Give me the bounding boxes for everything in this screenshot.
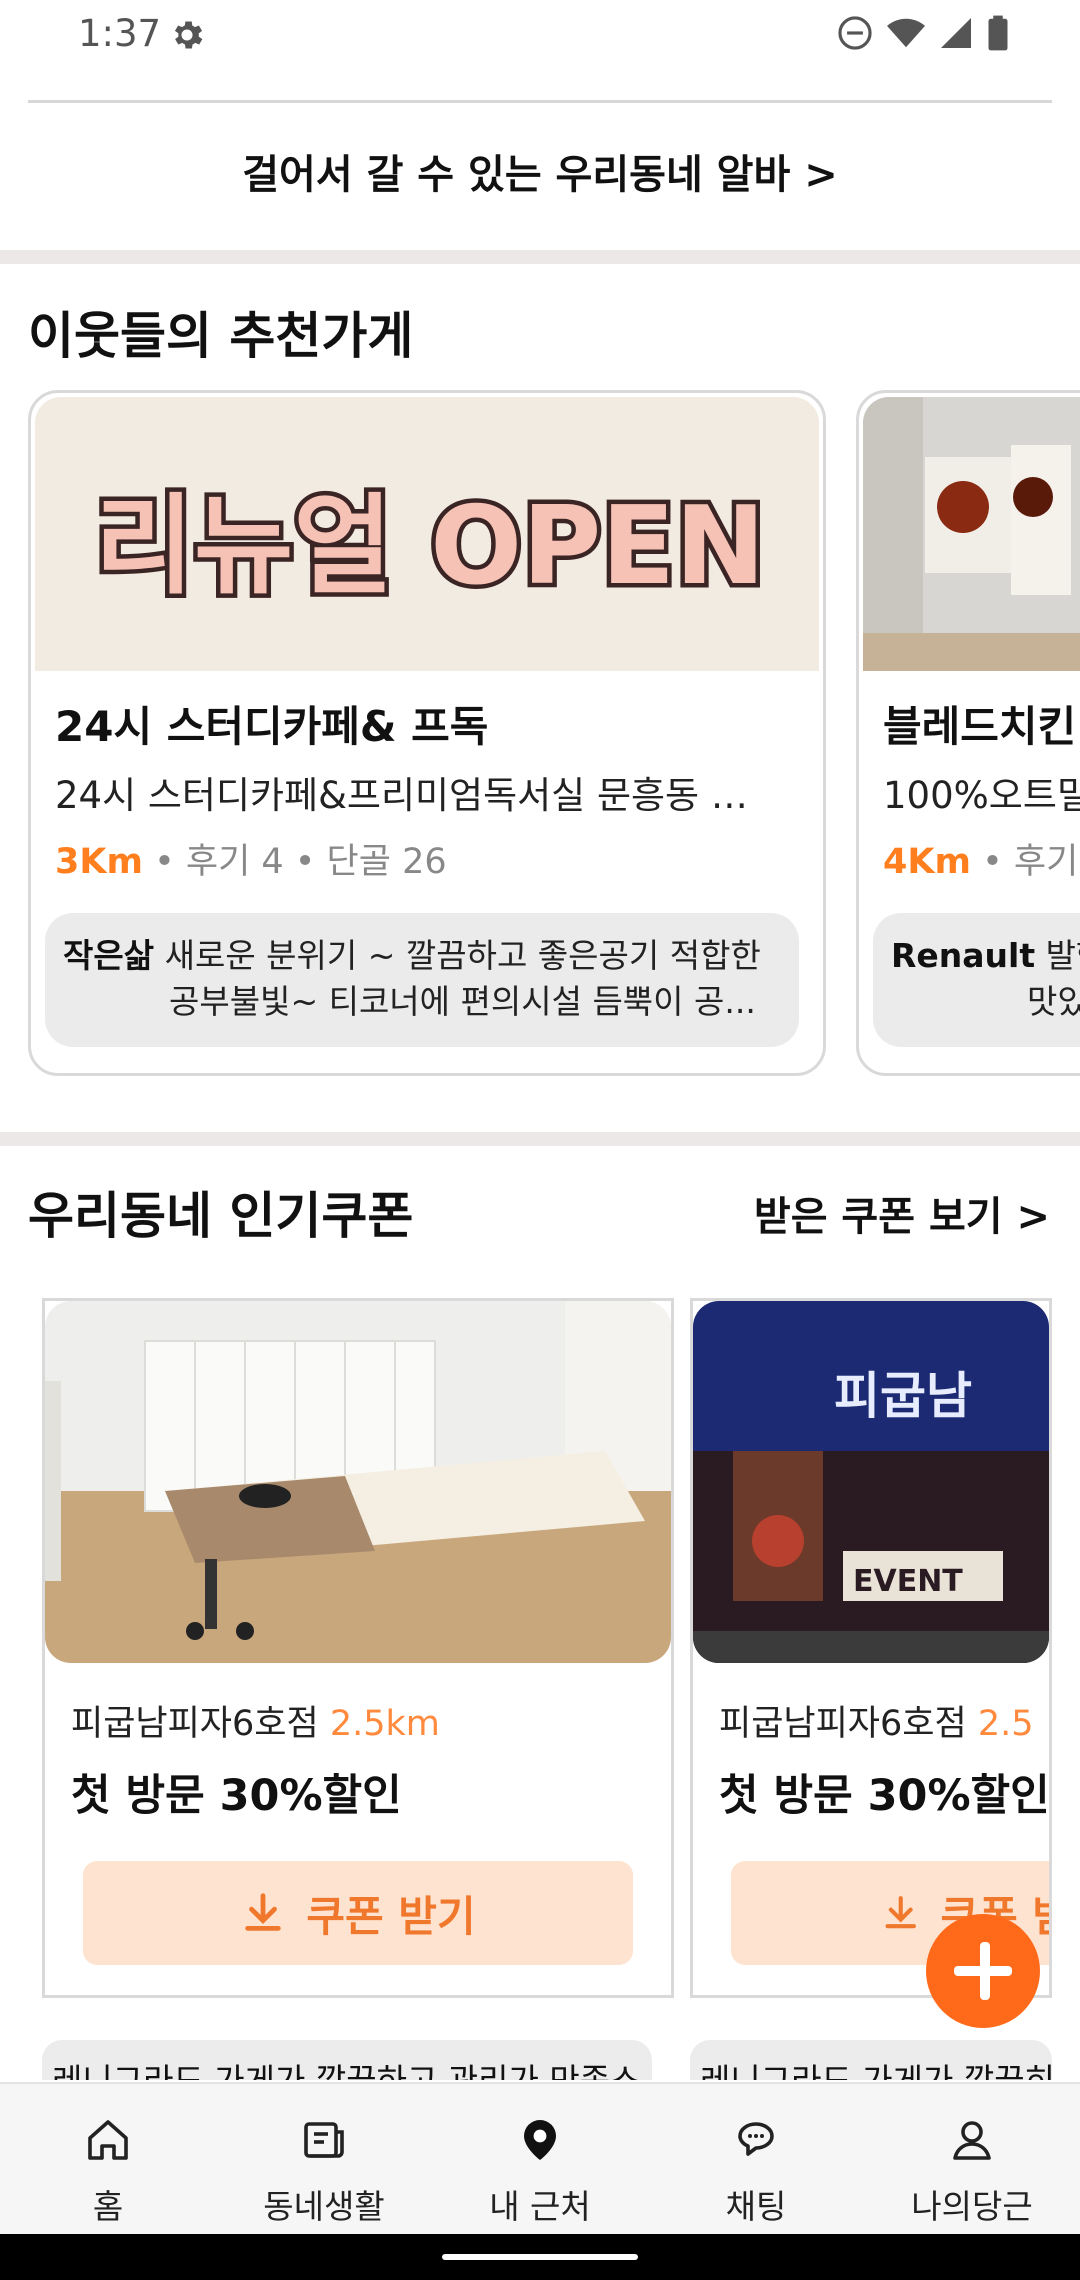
get-coupon-button[interactable]: 쿠폰 받기 [83,1861,633,1965]
coupon-image [45,1301,671,1663]
do-not-disturb-icon [838,16,872,50]
coupon-review-preview: 레니그라드 가게가 깔끔하고 관리가 만족스 [42,2040,652,2080]
store-image: 리뉴얼 OPEN [35,397,819,671]
review-text-line2: 공부불빛~ 티코너에 편의시설 듬뿍이 공... [169,982,756,1021]
review-text-line1: 발행 [1045,936,1080,975]
nav-label: 홈 [92,2187,124,2226]
renewal-open-text: 리뉴얼 OPEN [95,484,766,609]
profile-icon [953,2121,991,2160]
coupon-store: 피굽남피자6호점 2.5km [71,1695,440,1746]
status-bar: 1:37 [0,0,1080,68]
store-description: 24시 스터디카페&프리미엄독서실 문흥동 … [55,774,748,817]
section-divider [0,1132,1080,1146]
walk-jobs-banner[interactable]: 걸어서 갈 수 있는 우리동네 알바 > [0,140,1080,210]
coupon-store-name: 피굽남피자6호점 [71,1704,319,1744]
cellular-signal-icon [941,18,971,48]
coupon-card[interactable]: 피굽남피자6호점 2.5km 첫 방문 30%할인 쿠폰 받기 [42,1298,674,1998]
coupon-store-name: 피굽남피자6호점 [719,1704,967,1744]
status-time: 1:37 [78,12,162,55]
coupon-title: 첫 방문 30%할인 [71,1771,402,1821]
received-coupons-link[interactable]: 받은 쿠폰 보기 > [754,1184,1050,1242]
nav-item-neighborhood[interactable]: 동네생활 [216,2084,432,2236]
coupon-store: 피굽남피자6호점 2.5 [719,1695,1033,1746]
store-card[interactable]: 리뉴얼 OPEN 24시 스터디카페& 프독 24시 스터디카페&프리미엄독서실… [28,390,826,1076]
review-text-line1: 새로운 분위기 ~ 깔끔하고 좋은공기 적합한 [164,936,761,975]
coupon-card[interactable]: 피굽남 EVENT 피굽남피자6호점 2.5 첫 방문 30%할인 쿠폰 받 [690,1298,1052,1998]
plus-icon [954,1942,1012,2000]
download-icon [245,1893,282,1931]
nav-label: 동네생활 [263,2187,385,2226]
store-description: 100%오트밀 [883,774,1080,817]
pizza-store-photo: 피굽남 EVENT [693,1301,1049,1663]
status-icons [836,14,1010,52]
store-name: 블레드치킨 [883,702,1077,751]
review-text-line2: 맛있 [1027,982,1080,1021]
get-coupon-label: 쿠폰 받기 [306,1891,476,1941]
store-distance: 4Km [883,842,971,882]
nav-item-nearby[interactable]: 내 근처 [432,2084,648,2236]
download-icon [885,1896,916,1929]
store-image [863,397,1080,671]
nav-label: 채팅 [725,2187,787,2226]
location-pin-icon [524,2120,556,2160]
store-sign-text: 피굽남 [834,1367,972,1425]
add-fab-button[interactable] [926,1914,1040,2028]
recommend-section-title: 이웃들의 추천가게 [28,307,414,365]
chat-icon [738,2122,774,2156]
store-card[interactable]: 블레드치킨 100%오트밀 4Km • 후기 Renault 발행 맛있 [856,390,1080,1076]
coupon-distance: 2.5 [977,1704,1034,1744]
home-icon [88,2120,128,2160]
store-meta: 4Km • 후기 [883,833,1078,884]
store-review: 작은삶 새로운 분위기 ~ 깔끔하고 좋은공기 적합한 공부불빛~ 티코너에 편… [45,913,799,1047]
coupon-distance: 2.5km [329,1704,440,1744]
store-name: 24시 스터디카페& 프독 [55,702,489,751]
nav-label: 나의당근 [911,2187,1033,2226]
massage-room-photo [45,1301,671,1663]
store-photo [863,397,1080,671]
review-author: 작은삶 [63,936,155,975]
store-stats: • 후기 [982,842,1079,882]
battery-icon [988,15,1008,51]
coupon-title: 첫 방문 30%할인 [719,1771,1050,1821]
store-meta: 3Km • 후기 4 • 단골 26 [55,833,447,884]
settings-gear-icon [174,21,203,49]
review-author: Renault [891,936,1036,975]
event-sign-text: EVENT [853,1564,963,1599]
home-gesture-handle[interactable] [442,2254,638,2260]
wifi-icon [887,18,925,48]
store-review: Renault 발행 맛있 [873,913,1080,1047]
renewal-open-image: 리뉴얼 OPEN [35,397,819,671]
coupon-review-preview: 레니그라드 가게가 깔끔히 [690,2040,1052,2080]
nav-item-chat[interactable]: 채팅 [648,2084,864,2236]
nav-item-home[interactable]: 홈 [0,2084,216,2236]
nav-label: 내 근처 [489,2187,591,2226]
nav-item-my[interactable]: 나의당근 [864,2084,1080,2236]
neighborhood-icon [304,2122,344,2158]
coupons-section-title: 우리동네 인기쿠폰 [28,1187,414,1245]
top-divider [28,100,1052,103]
section-divider [0,250,1080,264]
store-distance: 3Km [55,842,143,882]
store-stats: • 후기 4 • 단골 26 [154,842,447,882]
bottom-nav: 홈 동네생활 내 근처 채팅 나의당근 [0,2082,1080,2234]
coupon-image: 피굽남 EVENT [693,1301,1049,1663]
